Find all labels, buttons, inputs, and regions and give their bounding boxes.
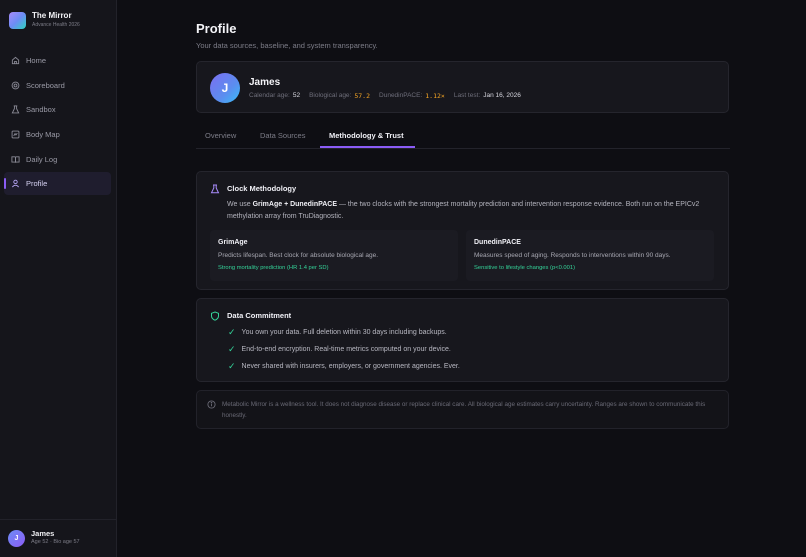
section-title: Clock Methodology <box>227 184 297 193</box>
section-title: Data Commitment <box>227 311 292 320</box>
info-icon <box>207 400 216 409</box>
body-map-icon <box>11 130 20 139</box>
sidebar-nav: Home Scoreboard Sandbox Body Map Daily L… <box>4 49 111 197</box>
desc-bold: GrimAge + DunedinPACE <box>252 201 338 208</box>
sidebar-item-home[interactable]: Home <box>4 49 111 72</box>
home-icon <box>11 56 20 65</box>
commitment-text: You own your data. Full deletion within … <box>241 329 447 336</box>
brand-logo <box>9 11 26 29</box>
list-item: ✓ End-to-end encryption. Real-time metri… <box>228 344 451 355</box>
flask-icon <box>210 184 220 194</box>
disclaimer-card: Metabolic Mirror is a wellness tool. It … <box>196 390 729 429</box>
sidebar-item-label: Body Map <box>26 130 60 140</box>
bio-age-value: 57.2 <box>354 92 371 100</box>
pace-value: 1.12× <box>425 92 445 100</box>
check-icon: ✓ <box>228 344 236 354</box>
last-test-value: Jan 16, 2026 <box>483 92 521 99</box>
sidebar-item-scoreboard[interactable]: Scoreboard <box>4 74 111 97</box>
tab-data-sources[interactable]: Data Sources <box>260 131 305 140</box>
sidebar-item-profile[interactable]: Profile <box>4 172 111 196</box>
book-icon <box>11 156 20 163</box>
sidebar-item-body-map[interactable]: Body Map <box>4 123 111 146</box>
profile-summary-card: J James Calendar age: 52 Biological age:… <box>196 61 729 113</box>
avatar: J <box>8 529 25 547</box>
clock-description: Predicts lifespan. Best clock for absolu… <box>218 252 379 259</box>
user-account[interactable]: J James Age 52 · Bio age 57 <box>8 529 80 547</box>
shield-icon <box>211 311 219 321</box>
clock-stat: Sensitive to lifestyle changes (p<0.001) <box>474 265 576 271</box>
target-icon <box>11 81 20 90</box>
calendar-age-value: 52 <box>292 92 301 99</box>
active-tab-indicator <box>320 146 415 148</box>
bio-age-label: Biological age: <box>309 92 352 99</box>
clock-card-dunedinpace: DunedinPACE Measures speed of aging. Res… <box>466 230 714 281</box>
brand-title: The Mirror <box>32 11 72 20</box>
methodology-description: We use GrimAge + DunedinPACE — the two c… <box>227 199 722 222</box>
check-icon: ✓ <box>228 327 236 337</box>
pace-label: DunedinPACE: <box>379 92 423 99</box>
desc-text: We use <box>227 201 253 208</box>
sidebar-divider <box>0 519 117 520</box>
brand-subtitle: Advance Health 2026 <box>32 22 80 28</box>
sidebar-item-label: Home <box>26 56 47 65</box>
user-icon <box>12 180 19 188</box>
clock-methodology-card: Clock Methodology We use GrimAge + Duned… <box>196 171 729 290</box>
clock-name: GrimAge <box>218 239 248 246</box>
page-title: Profile <box>196 21 237 36</box>
sidebar-item-label: Sandbox <box>26 105 56 115</box>
sidebar: The Mirror Advance Health 2026 Home Scor… <box>0 0 117 557</box>
commitment-text: Never shared with insurers, employers, o… <box>241 363 460 370</box>
clock-name: DunedinPACE <box>474 239 521 246</box>
sidebar-item-sandbox[interactable]: Sandbox <box>4 98 111 121</box>
profile-avatar: J <box>210 73 240 103</box>
profile-name: James <box>249 77 281 88</box>
sidebar-item-label: Scoreboard <box>26 80 65 90</box>
profile-tabs: Overview Data Sources Methodology & Trus… <box>196 129 730 149</box>
clock-card-grimage: GrimAge Predicts lifespan. Best clock fo… <box>210 230 458 281</box>
brand[interactable]: The Mirror Advance Health 2026 <box>9 11 80 29</box>
profile-stats: Calendar age: 52 Biological age: 57.2 Du… <box>249 92 530 100</box>
disclaimer-text: Metabolic Mirror is a wellness tool. It … <box>222 401 706 419</box>
tab-methodology-trust[interactable]: Methodology & Trust <box>329 131 404 140</box>
user-name: James <box>31 529 55 538</box>
list-item: ✓ Never shared with insurers, employers,… <box>228 361 460 372</box>
check-icon: ✓ <box>228 361 236 371</box>
calendar-age-label: Calendar age: <box>249 92 290 99</box>
flask-icon <box>11 105 20 114</box>
sidebar-item-label: Daily Log <box>26 154 58 164</box>
last-test-label: Last test: <box>453 92 481 99</box>
data-commitment-card: Data Commitment ✓ You own your data. Ful… <box>196 298 729 382</box>
sidebar-item-daily-log[interactable]: Daily Log <box>4 148 111 171</box>
list-item: ✓ You own your data. Full deletion withi… <box>228 327 447 338</box>
user-meta: Age 52 · Bio age 57 <box>31 539 80 545</box>
page-subtitle: Your data sources, baseline, and system … <box>196 41 378 50</box>
clock-description: Measures speed of aging. Responds to int… <box>474 252 671 259</box>
tab-overview[interactable]: Overview <box>205 131 236 140</box>
commitment-text: End-to-end encryption. Real-time metrics… <box>241 346 451 353</box>
clock-stat: Strong mortality prediction (HR 1.4 per … <box>218 265 329 271</box>
sidebar-item-label: Profile <box>26 179 48 189</box>
